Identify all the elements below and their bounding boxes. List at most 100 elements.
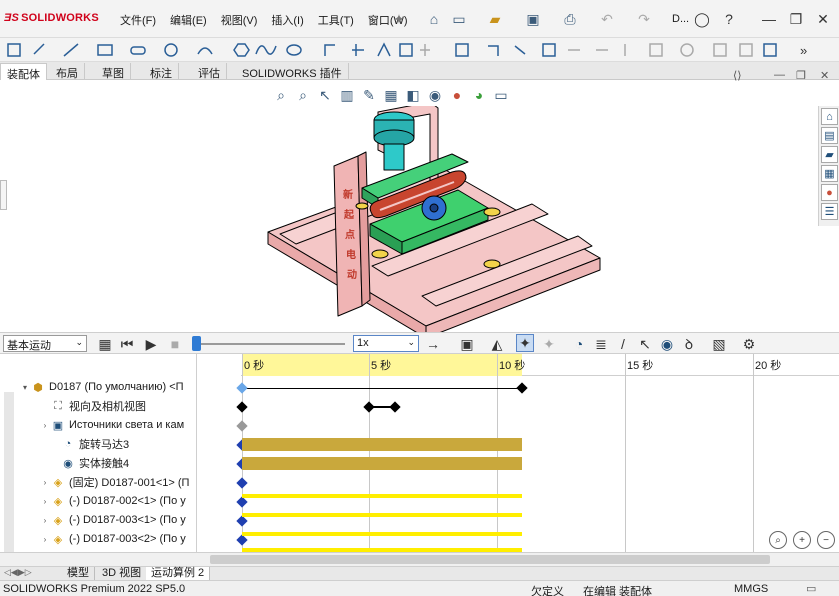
- solidworks-logo[interactable]: ƎS SOLIDWORKS: [4, 12, 99, 24]
- new-document-icon[interactable]: ▭: [450, 10, 468, 28]
- viewport-restore-icon[interactable]: ❐: [796, 69, 806, 82]
- pin-icon[interactable]: ✦: [390, 10, 408, 28]
- zoom-out-icon[interactable]: −: [817, 531, 835, 549]
- file-explorer-icon[interactable]: ▰: [821, 146, 838, 163]
- chevron-right-icon[interactable]: ›: [40, 478, 50, 487]
- timeline-horizontal-scrollbar[interactable]: [0, 552, 839, 566]
- zoom-to-fit-icon[interactable]: ⌕: [272, 86, 290, 104]
- spring-icon[interactable]: ≣: [592, 335, 610, 353]
- animation-wizard-icon[interactable]: ◭: [488, 335, 506, 353]
- previous-view-icon[interactable]: ↖: [316, 86, 334, 104]
- print-icon[interactable]: ⎙: [561, 10, 579, 28]
- redo-icon[interactable]: ↷: [635, 10, 653, 28]
- tree-item-part-3[interactable]: › ◈ (-) D0187-003<1> (По у: [40, 511, 237, 529]
- view-palette-icon[interactable]: ▦: [821, 165, 838, 182]
- calculate-icon[interactable]: ▦: [96, 335, 114, 353]
- chevron-right-icon[interactable]: ›: [40, 421, 50, 430]
- dynamic-annotation-icon[interactable]: ✎: [360, 86, 378, 104]
- part-3-bar[interactable]: [242, 513, 522, 517]
- tree-item-part-4[interactable]: › ◈ (-) D0187-003<2> (По у: [40, 530, 237, 548]
- tab-model[interactable]: 模型: [62, 567, 95, 581]
- tree-item-part-1[interactable]: › ◈ (固定) D0187-001<1> (П: [40, 473, 237, 491]
- tree-item-part-2[interactable]: › ◈ (-) D0187-002<1> (По у: [40, 492, 237, 510]
- menu-view[interactable]: 视图(V): [221, 12, 258, 28]
- appearances-icon[interactable]: ●: [821, 184, 838, 201]
- unit-system[interactable]: MMGS: [734, 583, 768, 595]
- study-type-select[interactable]: 基本运动 ⌄: [3, 335, 87, 352]
- results-plots-icon[interactable]: ▧: [710, 335, 728, 353]
- close-icon[interactable]: ✕: [814, 10, 832, 28]
- tab-motion-study[interactable]: 运动算例 2: [146, 567, 211, 581]
- view-settings-icon[interactable]: ▭: [492, 86, 510, 104]
- hide-show-icon[interactable]: ◉: [426, 86, 444, 104]
- zoom-to-fit-icon[interactable]: ⌕: [769, 531, 787, 549]
- study-properties-icon[interactable]: ⚙: [740, 335, 758, 353]
- graphics-area[interactable]: ⟨⟩ — ❐ ✕ 新 起 点 电 动: [0, 69, 829, 336]
- tab-sketch[interactable]: 草图: [96, 63, 131, 80]
- tab-scroll-icons[interactable]: ◁◀▶▷: [4, 567, 32, 578]
- viewport-close-icon[interactable]: ✕: [820, 69, 829, 82]
- force-icon[interactable]: ↖: [636, 335, 654, 353]
- zoom-to-area-icon[interactable]: ⌕: [294, 86, 312, 104]
- timeline-area[interactable]: [241, 354, 839, 552]
- home-icon[interactable]: ⌂: [425, 10, 443, 28]
- save-icon[interactable]: ▣: [524, 10, 542, 28]
- chevron-right-icon[interactable]: ›: [40, 516, 50, 525]
- tree-item-camera[interactable]: ⛶ 视向及相机视图: [50, 397, 247, 415]
- tab-3d-views[interactable]: 3D 视图: [97, 567, 148, 581]
- minimize-icon[interactable]: —: [760, 10, 778, 28]
- restore-icon[interactable]: ❐: [787, 10, 805, 28]
- autokey-icon[interactable]: ✦: [516, 334, 534, 352]
- custom-properties-icon[interactable]: ☰: [821, 203, 838, 220]
- tab-addins[interactable]: SOLIDWORKS 插件: [236, 63, 349, 80]
- damper-icon[interactable]: /: [614, 335, 632, 353]
- playback-mode-icon[interactable]: →: [424, 335, 442, 353]
- display-style-icon[interactable]: ▦: [382, 86, 400, 104]
- menu-file[interactable]: 文件(F): [120, 12, 156, 28]
- part-2-bar[interactable]: [242, 494, 522, 498]
- tree-item-motor[interactable]: ◔ 旋转马达3: [60, 435, 257, 453]
- tab-evaluate[interactable]: 评估: [192, 63, 227, 80]
- tree-scrollbar[interactable]: [4, 392, 14, 552]
- playback-slider-thumb[interactable]: [192, 336, 201, 351]
- tile-icon[interactable]: ⟨⟩: [733, 69, 742, 82]
- gravity-icon[interactable]: ꝺ: [680, 335, 698, 353]
- play-from-start-icon[interactable]: ⏮: [118, 335, 136, 353]
- play-icon[interactable]: ▶: [142, 335, 160, 353]
- solidworks-resources-icon[interactable]: ⌂: [821, 108, 838, 125]
- save-animation-icon[interactable]: ▣: [458, 335, 476, 353]
- menu-insert[interactable]: 插入(I): [271, 12, 303, 28]
- motor-icon[interactable]: ◔: [570, 335, 588, 353]
- section-view-icon[interactable]: ▥: [338, 86, 356, 104]
- quick-tips-icon[interactable]: ▭: [806, 582, 816, 595]
- tab-assembly[interactable]: 装配体: [0, 63, 47, 81]
- chevron-right-icon[interactable]: ›: [40, 497, 50, 506]
- scrollbar-thumb[interactable]: [210, 555, 770, 564]
- help-icon[interactable]: ?: [720, 10, 738, 28]
- feature-tree-toggle[interactable]: [0, 180, 7, 210]
- zoom-in-icon[interactable]: +: [793, 531, 811, 549]
- scene-icon[interactable]: ◕: [470, 86, 488, 104]
- view-orientation-icon[interactable]: ◧: [404, 86, 422, 104]
- viewport-minimize-icon[interactable]: —: [774, 69, 785, 81]
- user-account-icon[interactable]: ◯: [693, 10, 711, 28]
- chevron-right-icon[interactable]: ›: [40, 535, 50, 544]
- motor-bar[interactable]: [242, 438, 522, 451]
- menu-edit[interactable]: 编辑(E): [170, 12, 207, 28]
- contact-icon[interactable]: ◉: [658, 335, 676, 353]
- tab-markup[interactable]: 标注: [144, 63, 179, 80]
- tab-layout[interactable]: 布局: [50, 63, 85, 80]
- tree-item-contact[interactable]: ◉ 实体接触4: [60, 454, 257, 472]
- tree-item-lights[interactable]: › ▣ Источники света и кам: [40, 416, 237, 434]
- part-4-bar[interactable]: [242, 532, 522, 536]
- playback-speed-select[interactable]: 1x ⌄: [353, 335, 419, 352]
- edit-appearance-icon[interactable]: ●: [448, 86, 466, 104]
- add-key-icon[interactable]: ✦: [540, 335, 558, 353]
- contact-bar[interactable]: [242, 457, 522, 470]
- undo-icon[interactable]: ↶: [598, 10, 616, 28]
- design-library-icon[interactable]: ▤: [821, 127, 838, 144]
- open-folder-icon[interactable]: ▰: [486, 10, 504, 28]
- chevron-down-icon[interactable]: ▾: [20, 383, 30, 392]
- playback-slider-track[interactable]: [193, 343, 345, 345]
- tree-item-root[interactable]: ▾ ⬢ D0187 (По умолчанию) <П: [20, 378, 217, 396]
